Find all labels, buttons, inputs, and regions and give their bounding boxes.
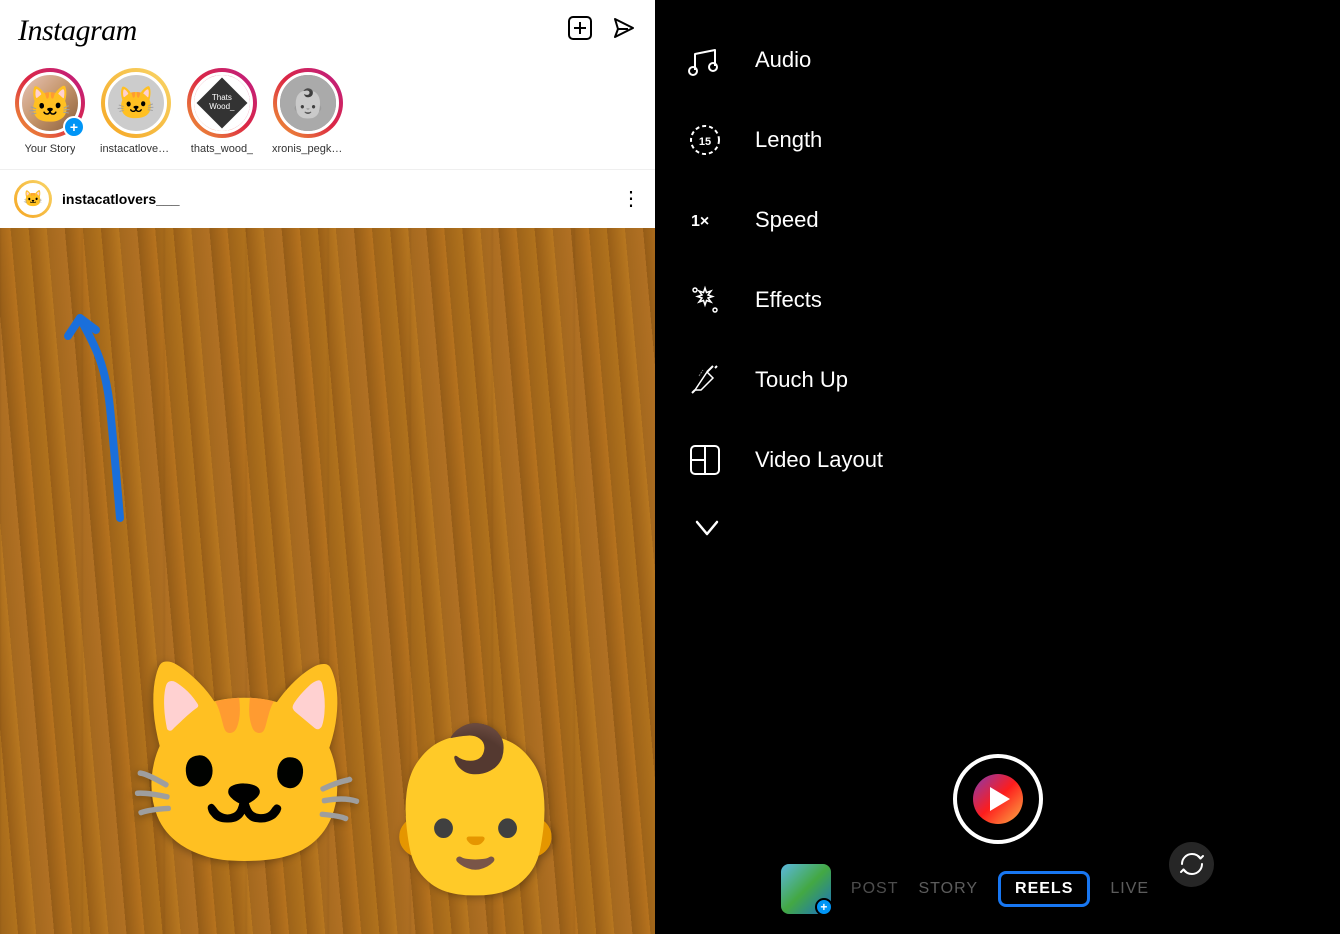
reels-camera-panel: Audio 15 Length 1× Speed	[655, 0, 1340, 934]
video-layout-label: Video Layout	[755, 447, 883, 473]
gallery-add-icon: +	[815, 898, 833, 916]
thats-wood-ring: ThatsWood_	[187, 68, 257, 138]
camera-bottom-section: + POST STORY REELS LIVE	[655, 754, 1340, 934]
baby-crawling: 👶	[376, 717, 575, 904]
menu-item-length[interactable]: 15 Length	[685, 100, 1310, 180]
chevron-down-icon	[689, 510, 725, 551]
instacatlovers-avatar: 🐱	[105, 72, 167, 134]
reels-menu-list: Audio 15 Length 1× Speed	[655, 0, 1340, 754]
add-story-badge[interactable]: +	[63, 116, 85, 138]
xronis-avatar: 👶	[277, 72, 339, 134]
orange-kitten: 🐱	[120, 649, 369, 884]
app-header: Instagram	[0, 0, 655, 58]
wood-text: ThatsWood_	[209, 94, 234, 112]
thats-wood-label: thats_wood_	[191, 143, 253, 155]
your-story-avatar-wrap: 🐱 +	[15, 68, 85, 138]
xronis-label: xronis_pegk_...	[272, 143, 344, 155]
your-story-label: Your Story	[25, 143, 76, 155]
instacatlovers-avatar-wrap: 🐱	[101, 68, 171, 138]
length-label: Length	[755, 127, 822, 153]
shutter-inner	[960, 762, 1035, 837]
story-item-your-story[interactable]: 🐱 + Your Story	[14, 68, 86, 155]
story-item-xronis-pegk[interactable]: 👶 xronis_pegk_...	[272, 68, 344, 155]
reels-play-triangle	[990, 787, 1010, 811]
blue-arrow-annotation	[60, 308, 150, 533]
xronis-avatar-wrap: 👶	[273, 68, 343, 138]
video-layout-icon	[685, 440, 725, 480]
touch-up-icon	[685, 360, 725, 400]
story-item-instacatlovers[interactable]: 🐱 instacatlovers...	[100, 68, 172, 155]
svg-text:1×: 1×	[691, 213, 709, 230]
touch-up-label: Touch Up	[755, 367, 848, 393]
audio-label: Audio	[755, 47, 811, 73]
menu-item-touch-up[interactable]: Touch Up	[685, 340, 1310, 420]
story-item-thats-wood[interactable]: ThatsWood_ thats_wood_	[186, 68, 258, 155]
tab-reels-highlight: REELS	[998, 871, 1090, 907]
thats-wood-avatar: ThatsWood_	[191, 72, 253, 134]
menu-item-speed[interactable]: 1× Speed	[685, 180, 1310, 260]
tab-story[interactable]: STORY	[918, 880, 978, 898]
menu-item-video-layout[interactable]: Video Layout	[685, 420, 1310, 500]
header-icons	[567, 15, 637, 48]
reels-shutter-icon	[973, 774, 1023, 824]
new-post-icon[interactable]	[567, 15, 593, 48]
svg-text:15: 15	[699, 136, 711, 148]
direct-messages-icon[interactable]	[611, 15, 637, 48]
app-logo: Instagram	[18, 14, 137, 48]
menu-item-audio[interactable]: Audio	[685, 20, 1310, 100]
post-avatar-ring: 🐱	[14, 180, 52, 218]
wood-diamond-shape: ThatsWood_	[197, 78, 248, 129]
cat-face-icon: 🐱	[108, 75, 164, 131]
speed-label: Speed	[755, 207, 819, 233]
kitten-emoji-small: 🐱	[28, 87, 73, 123]
gallery-icon-container: +	[781, 864, 831, 914]
tab-live[interactable]: LIVE	[1110, 880, 1149, 898]
post-avatar-cat-icon: 🐱	[23, 189, 43, 209]
xronis-ring: 👶	[273, 68, 343, 138]
speed-icon: 1×	[685, 200, 725, 240]
tab-post[interactable]: POST	[851, 880, 899, 898]
thats-wood-avatar-wrap: ThatsWood_	[187, 68, 257, 138]
wood-logo: ThatsWood_	[194, 75, 250, 131]
length-icon: 15	[685, 120, 725, 160]
post-more-options[interactable]: ⋮	[621, 189, 641, 209]
instacatlovers-label: instacatlovers...	[100, 143, 172, 155]
post-header: 🐱 instacatlovers___ ⋮	[0, 170, 655, 228]
post-avatar: 🐱	[17, 183, 49, 215]
baby-face-icon: 👶	[280, 75, 336, 131]
flip-camera-button[interactable]	[1169, 842, 1214, 887]
post-image: 🐱 👶	[0, 228, 655, 934]
effects-label: Effects	[755, 287, 822, 313]
camera-mode-tabs: + POST STORY REELS LIVE	[655, 864, 1340, 914]
instacatlovers-ring: 🐱	[101, 68, 171, 138]
show-more-button[interactable]	[685, 500, 1310, 571]
effects-icon	[685, 280, 725, 320]
shutter-button[interactable]	[953, 754, 1043, 844]
stories-row: 🐱 + Your Story 🐱 instacatlovers...	[0, 58, 655, 170]
post-username[interactable]: instacatlovers___	[62, 191, 611, 207]
menu-item-effects[interactable]: Effects	[685, 260, 1310, 340]
audio-icon	[685, 40, 725, 80]
instagram-feed-panel: Instagram �	[0, 0, 655, 934]
tab-reels[interactable]: REELS	[1015, 880, 1073, 897]
